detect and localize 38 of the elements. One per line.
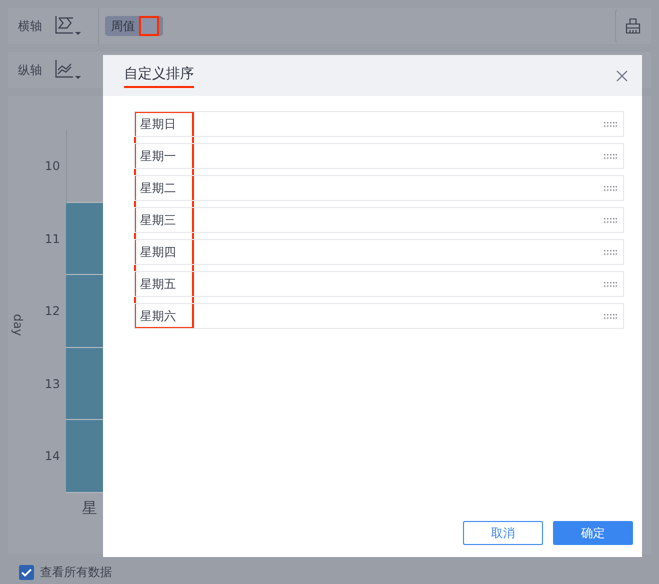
cancel-button[interactable]: 取消: [463, 521, 543, 545]
checkbox-label: 查看所有数据: [40, 564, 112, 581]
axis-category-label: 星: [81, 498, 98, 518]
chip-handle[interactable]: [141, 18, 157, 34]
sort-item[interactable]: 星期五: [134, 271, 624, 297]
axis-label: 纵轴: [17, 62, 43, 79]
dialog-title: 自定义排序: [124, 64, 194, 88]
sort-item[interactable]: 星期一: [134, 143, 624, 169]
sort-item[interactable]: 星期四: [134, 239, 624, 265]
sort-item[interactable]: 星期六: [134, 303, 624, 329]
item-label: 星期四: [140, 244, 176, 261]
axis-tick-label: 13: [44, 376, 61, 393]
axis-tick-label: 14: [44, 448, 61, 466]
item-label: 星期三: [140, 212, 176, 229]
close-button[interactable]: [614, 68, 630, 84]
drag-handle-icon[interactable]: [604, 282, 617, 286]
item-label: 星期五: [140, 276, 176, 293]
axis-tick-label: 11: [44, 230, 61, 248]
axis-label: 横轴: [17, 18, 43, 35]
sort-item[interactable]: 星期日: [134, 111, 624, 137]
drag-handle-icon[interactable]: [604, 154, 617, 158]
axis-tick-label: 10: [44, 158, 61, 176]
item-label: 星期二: [140, 180, 176, 197]
axis-title: day: [10, 314, 26, 336]
print-icon: [625, 18, 641, 34]
axis-tick-label: 12: [44, 303, 61, 320]
checkbox[interactable]: [19, 564, 34, 580]
sort-item[interactable]: 星期二: [134, 175, 624, 201]
item-label: 星期六: [140, 308, 176, 325]
sort-item[interactable]: 星期三: [134, 207, 624, 233]
drag-handle-icon[interactable]: [604, 250, 617, 254]
item-label: 星期日: [140, 116, 176, 133]
drag-handle-icon[interactable]: [604, 122, 617, 126]
item-label: 星期一: [140, 148, 176, 165]
drag-handle-icon[interactable]: [604, 218, 617, 222]
drag-handle-icon[interactable]: [604, 314, 617, 318]
drag-handle-icon[interactable]: [604, 186, 617, 190]
confirm-button[interactable]: 确定: [553, 521, 633, 545]
